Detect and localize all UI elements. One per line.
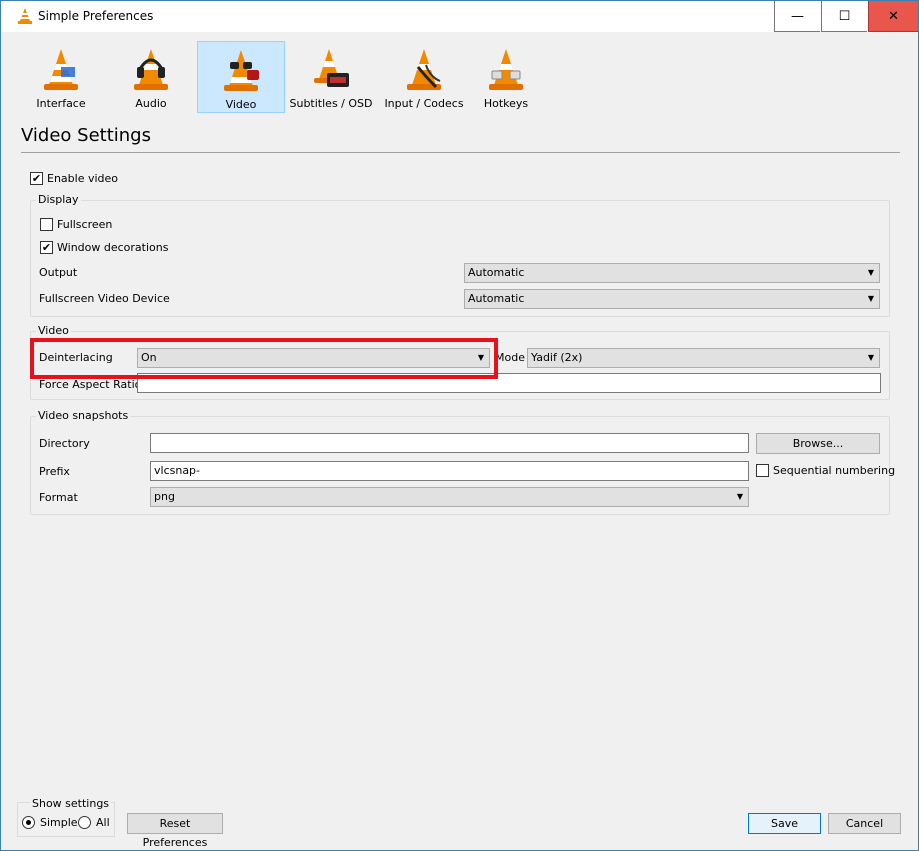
show-settings-title: Show settings xyxy=(30,797,112,810)
dropdown-arrow-icon: ▼ xyxy=(867,353,874,362)
page-title: Video Settings xyxy=(21,125,151,146)
interface-cone-icon xyxy=(44,49,78,90)
mode-value: Yadif (2x) xyxy=(531,351,583,364)
dropdown-arrow-icon: ▼ xyxy=(867,268,874,277)
directory-input[interactable] xyxy=(150,433,749,453)
simple-label: Simple xyxy=(40,816,78,829)
audio-headphones-cone-icon xyxy=(134,49,168,90)
close-icon: ✕ xyxy=(888,8,899,24)
dropdown-arrow-icon: ▼ xyxy=(867,294,874,303)
tab-video[interactable]: Video xyxy=(197,41,285,113)
minimize-button[interactable]: — xyxy=(774,1,820,32)
fullscreen-checkbox[interactable] xyxy=(40,218,53,231)
format-label: Format xyxy=(39,491,78,504)
maximize-icon: ☐ xyxy=(838,8,851,24)
all-label: All xyxy=(96,816,110,829)
tab-input-codecs[interactable]: Input / Codecs xyxy=(377,41,471,113)
deinterlacing-highlight-box xyxy=(30,338,498,379)
display-group-title: Display xyxy=(36,193,81,206)
hotkeys-cone-icon xyxy=(489,49,523,90)
format-value: png xyxy=(154,490,175,503)
tab-label: Video xyxy=(225,98,257,111)
divider xyxy=(21,152,900,153)
all-radio[interactable] xyxy=(78,816,91,829)
aspect-ratio-label: Force Aspect Ratio xyxy=(39,378,142,391)
tab-label: Hotkeys xyxy=(483,97,529,110)
tab-interface[interactable]: Interface xyxy=(17,41,105,113)
window-title: Simple Preferences xyxy=(38,9,154,23)
prefix-input[interactable]: vlcsnap- xyxy=(150,461,749,481)
simple-radio[interactable] xyxy=(22,816,35,829)
tab-hotkeys[interactable]: Hotkeys xyxy=(473,41,539,113)
format-select[interactable]: png ▼ xyxy=(150,487,749,507)
input-cable-cone-icon xyxy=(407,49,441,90)
category-toolbar: Interface Audio Video Subtitles / OSD In… xyxy=(17,41,537,115)
fullscreen-device-select[interactable]: Automatic ▼ xyxy=(464,289,880,309)
snapshots-group-title: Video snapshots xyxy=(36,409,131,422)
mode-label: Mode xyxy=(495,351,525,364)
tab-audio[interactable]: Audio xyxy=(107,41,195,113)
tab-subtitles-osd[interactable]: Subtitles / OSD xyxy=(287,41,375,113)
video-glasses-cone-icon xyxy=(224,50,259,91)
sequential-numbering-checkbox[interactable] xyxy=(756,464,769,477)
output-select[interactable]: Automatic ▼ xyxy=(464,263,880,283)
output-value: Automatic xyxy=(468,266,525,279)
dropdown-arrow-icon: ▼ xyxy=(736,492,743,501)
window-decorations-checkbox[interactable]: ✔ xyxy=(40,241,53,254)
mode-select[interactable]: Yadif (2x) ▼ xyxy=(527,348,880,368)
tab-label: Interface xyxy=(36,97,86,110)
preferences-window: Simple Preferences — ☐ ✕ Interface Audio… xyxy=(0,0,919,851)
fullscreen-device-label: Fullscreen Video Device xyxy=(39,292,170,305)
tab-label: Subtitles / OSD xyxy=(289,97,373,110)
checkmark-icon: ✔ xyxy=(31,172,42,185)
fullscreen-device-value: Automatic xyxy=(468,292,525,305)
tab-label: Input / Codecs xyxy=(384,97,464,110)
reset-preferences-button[interactable]: Reset Preferences xyxy=(127,813,223,849)
enable-video-label: Enable video xyxy=(47,172,119,185)
save-button[interactable]: Save xyxy=(748,813,821,834)
sequential-numbering-label: Sequential numbering xyxy=(773,464,896,477)
enable-video-checkbox[interactable]: ✔ xyxy=(30,172,43,185)
cancel-button[interactable]: Cancel xyxy=(828,813,901,834)
title-bar: Simple Preferences — ☐ ✕ xyxy=(1,1,918,32)
prefix-label: Prefix xyxy=(39,465,70,478)
directory-label: Directory xyxy=(39,437,90,450)
subtitles-clock-cone-icon xyxy=(314,49,349,87)
tab-label: Audio xyxy=(135,97,167,110)
window-decorations-label: Window decorations xyxy=(57,241,169,254)
output-label: Output xyxy=(39,266,78,279)
checkmark-icon: ✔ xyxy=(41,241,52,254)
vlc-cone-icon xyxy=(18,8,32,24)
browse-button[interactable]: Browse... xyxy=(756,433,880,454)
minimize-icon: — xyxy=(791,8,804,24)
maximize-button[interactable]: ☐ xyxy=(821,1,867,32)
fullscreen-label: Fullscreen xyxy=(57,218,113,231)
close-button[interactable]: ✕ xyxy=(868,1,918,32)
video-group-title: Video xyxy=(36,324,71,337)
